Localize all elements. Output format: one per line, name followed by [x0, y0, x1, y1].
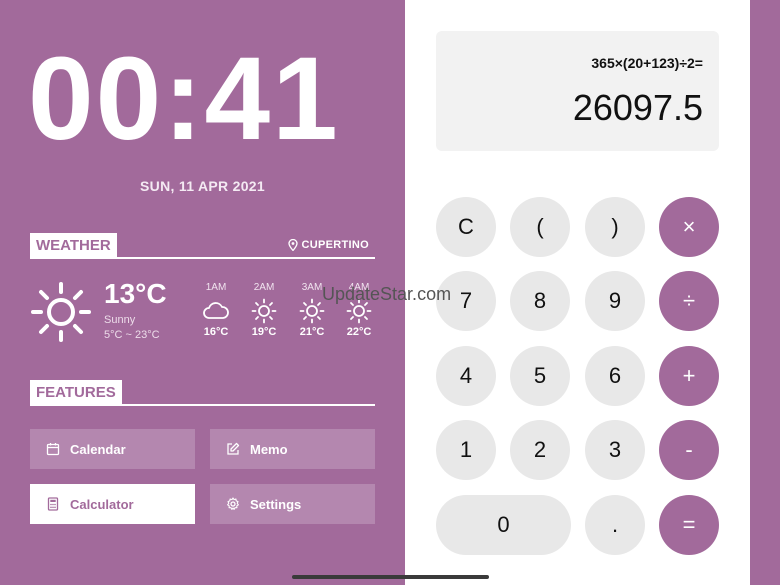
- feature-label: Settings: [250, 496, 302, 512]
- features-header: FEATURES: [30, 380, 375, 406]
- digit-2-button[interactable]: 2: [510, 420, 570, 480]
- calculator-expression: 365×(20+123)÷2=: [591, 55, 703, 71]
- digit-0-button[interactable]: 0: [436, 495, 571, 555]
- calendar-icon: [46, 443, 60, 456]
- digit-5-button[interactable]: 5: [510, 346, 570, 406]
- hour-temperature: 21°C: [299, 326, 325, 338]
- calculator-result: 26097.5: [572, 87, 703, 128]
- current-condition: Sunny: [104, 314, 136, 326]
- location-name: CUPERTINO: [301, 239, 369, 251]
- digit-9-button[interactable]: 9: [585, 271, 645, 331]
- digit-1-button[interactable]: 1: [436, 420, 496, 480]
- current-temperature: 13°C: [104, 278, 167, 309]
- minus-button[interactable]: -: [659, 420, 719, 480]
- features-title: FEATURES: [30, 380, 122, 406]
- hour-label: 1AM: [205, 282, 227, 293]
- hourly-forecast-1am: 1AM 16°C: [196, 282, 236, 338]
- divide-button[interactable]: ÷: [659, 271, 719, 331]
- watermark: UpdateStar.com: [322, 284, 452, 304]
- feature-label: Memo: [250, 441, 288, 457]
- plus-button[interactable]: +: [659, 346, 719, 406]
- calculator-display: 365×(20+123)÷2= 26097.5: [436, 31, 719, 151]
- location-pin-icon: [287, 239, 298, 251]
- digit-6-button[interactable]: 6: [585, 346, 645, 406]
- clock-date: SUN, 11 APR 2021: [140, 178, 265, 194]
- hourly-forecast-2am: 2AM 19°C: [244, 282, 284, 338]
- clear-button[interactable]: C: [436, 197, 496, 257]
- weather-title: WEATHER: [30, 233, 117, 259]
- digit-3-button[interactable]: 3: [585, 420, 645, 480]
- edit-icon: [227, 442, 240, 455]
- location[interactable]: CUPERTINO: [287, 239, 369, 251]
- digit-8-button[interactable]: 8: [510, 271, 570, 331]
- equals-button[interactable]: =: [659, 495, 719, 555]
- close-paren-button[interactable]: ): [585, 197, 645, 257]
- multiply-button[interactable]: ×: [659, 197, 719, 257]
- gear-icon: [227, 497, 239, 510]
- feature-label: Calendar: [70, 441, 126, 457]
- feature-label: Calculator: [70, 496, 134, 512]
- feature-calendar-button[interactable]: Calendar: [30, 429, 195, 469]
- open-paren-button[interactable]: (: [510, 197, 570, 257]
- feature-memo-button[interactable]: Memo: [210, 429, 375, 469]
- sun-icon: [31, 282, 91, 342]
- weather-header: WEATHER CUPERTINO: [30, 233, 375, 259]
- hour-label: 2AM: [253, 282, 275, 293]
- hour-temperature: 16°C: [203, 326, 229, 338]
- home-indicator[interactable]: [292, 575, 489, 579]
- sun-icon: [251, 298, 277, 324]
- hour-temperature: 19°C: [251, 326, 277, 338]
- digit-4-button[interactable]: 4: [436, 346, 496, 406]
- right-edge-strip: [750, 0, 780, 585]
- clock-time: 00:41: [28, 33, 340, 165]
- hour-temperature: 22°C: [346, 326, 372, 338]
- decimal-button[interactable]: .: [585, 495, 645, 555]
- cloud-icon: [203, 302, 229, 319]
- temperature-range: 5°C ~ 23°C: [104, 329, 160, 341]
- calculator-panel: 365×(20+123)÷2= 26097.5 C ( ) × 7 8 9 ÷ …: [405, 0, 750, 585]
- feature-calculator-button[interactable]: Calculator: [30, 484, 195, 524]
- feature-settings-button[interactable]: Settings: [210, 484, 375, 524]
- calculator-icon: [47, 497, 59, 511]
